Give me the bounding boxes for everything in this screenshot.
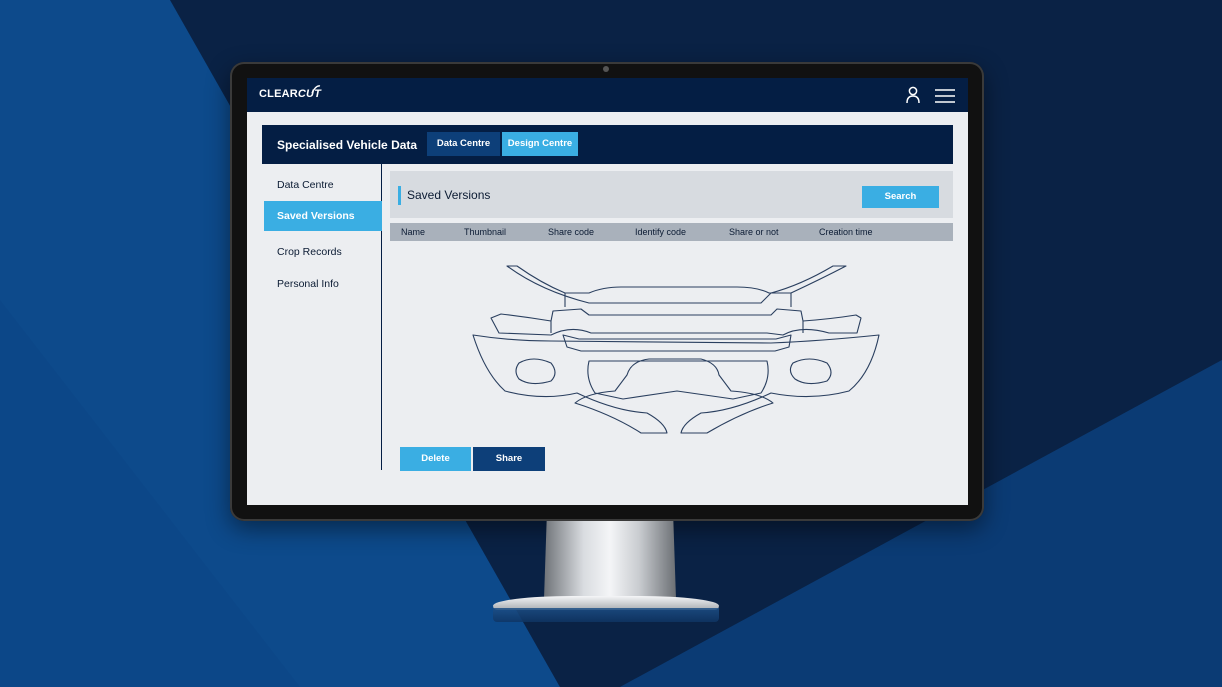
- column-header-share-or-not[interactable]: Share or not: [729, 227, 779, 237]
- sidebar-item-label: Saved Versions: [277, 210, 355, 222]
- delete-button[interactable]: Delete: [400, 447, 471, 471]
- share-button[interactable]: Share: [473, 447, 545, 471]
- app-title: Specialised Vehicle Data: [277, 138, 418, 152]
- sidebar-item-saved-versions[interactable]: Saved Versions: [264, 201, 382, 231]
- title-accent-bar: [398, 186, 401, 205]
- table-header: Name Thumbnail Share code Identify code …: [390, 223, 953, 241]
- column-header-identify-code[interactable]: Identify code: [635, 227, 686, 237]
- sidebar-item-data-centre[interactable]: Data Centre: [264, 170, 382, 200]
- sidebar-item-personal-info[interactable]: Personal Info: [264, 269, 382, 299]
- search-button[interactable]: Search: [862, 186, 939, 208]
- column-header-creation-time[interactable]: Creation time: [819, 227, 873, 237]
- monitor-stand-neck: [544, 521, 676, 599]
- saved-versions-header: Saved Versions Search: [390, 171, 953, 218]
- sidebar-item-crop-records[interactable]: Crop Records: [264, 237, 382, 267]
- top-navbar: CLEARCUT: [247, 78, 968, 112]
- sidebar-item-label: Crop Records: [277, 246, 342, 258]
- tab-data-centre[interactable]: Data Centre: [427, 132, 500, 156]
- app-screen: CLEARCUT Specialised Vehicle Data Data C…: [247, 78, 968, 505]
- app-header: Specialised Vehicle Data Data Centre Des…: [262, 125, 953, 164]
- webcam-dot: [603, 66, 609, 72]
- monitor-stand-foot: [493, 608, 719, 622]
- user-icon[interactable]: [905, 86, 921, 104]
- sidebar-item-label: Personal Info: [277, 278, 339, 290]
- hamburger-menu-icon[interactable]: [935, 89, 955, 103]
- column-header-thumbnail[interactable]: Thumbnail: [464, 227, 506, 237]
- logo-mark-icon: [311, 85, 321, 94]
- column-header-share-code[interactable]: Share code: [548, 227, 594, 237]
- sidebar-item-label: Data Centre: [277, 179, 334, 191]
- bumper-pattern-thumbnail[interactable]: [471, 263, 883, 441]
- column-header-name[interactable]: Name: [401, 227, 425, 237]
- panel-title: Saved Versions: [407, 188, 491, 202]
- logo-text-clear: CLEAR: [259, 88, 298, 100]
- tab-design-centre[interactable]: Design Centre: [502, 132, 578, 156]
